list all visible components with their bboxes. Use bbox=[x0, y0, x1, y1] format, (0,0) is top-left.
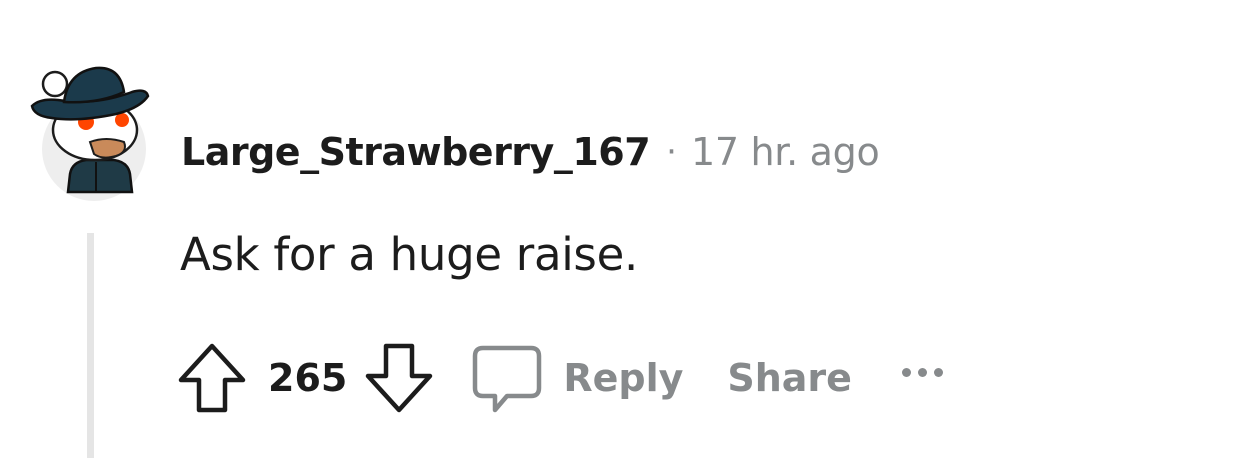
more-dot-icon bbox=[901, 367, 911, 377]
upvote-arrow-icon bbox=[178, 343, 246, 413]
snoo-avatar-icon bbox=[30, 66, 150, 201]
reply-button[interactable]: Reply bbox=[471, 342, 683, 414]
comment: Large_Strawberry_167 · 17 hr. ago Ask fo… bbox=[0, 0, 1246, 458]
downvote-arrow-icon bbox=[366, 343, 433, 413]
author-username[interactable]: Large_Strawberry_167 bbox=[181, 130, 651, 174]
comment-meta: Large_Strawberry_167 · 17 hr. ago bbox=[181, 128, 880, 176]
comment-timestamp[interactable]: 17 hr. ago bbox=[691, 130, 880, 174]
speech-bubble-icon bbox=[473, 345, 542, 413]
share-button[interactable]: Share bbox=[727, 356, 852, 400]
more-dot-icon bbox=[933, 367, 943, 377]
more-dot-icon bbox=[917, 367, 927, 377]
share-label: Share bbox=[727, 356, 852, 400]
user-avatar[interactable] bbox=[28, 62, 153, 207]
downvote-button[interactable] bbox=[357, 336, 441, 420]
upvote-button[interactable] bbox=[170, 336, 254, 420]
reply-label: Reply bbox=[563, 356, 684, 400]
meta-separator: · bbox=[666, 132, 677, 172]
thread-line[interactable] bbox=[87, 233, 94, 458]
comment-body: Ask for a huge raise. bbox=[180, 228, 638, 281]
comment-action-bar: 265 Reply Share bbox=[170, 336, 943, 420]
vote-score: 265 bbox=[268, 356, 348, 400]
more-options-button[interactable] bbox=[901, 352, 943, 404]
